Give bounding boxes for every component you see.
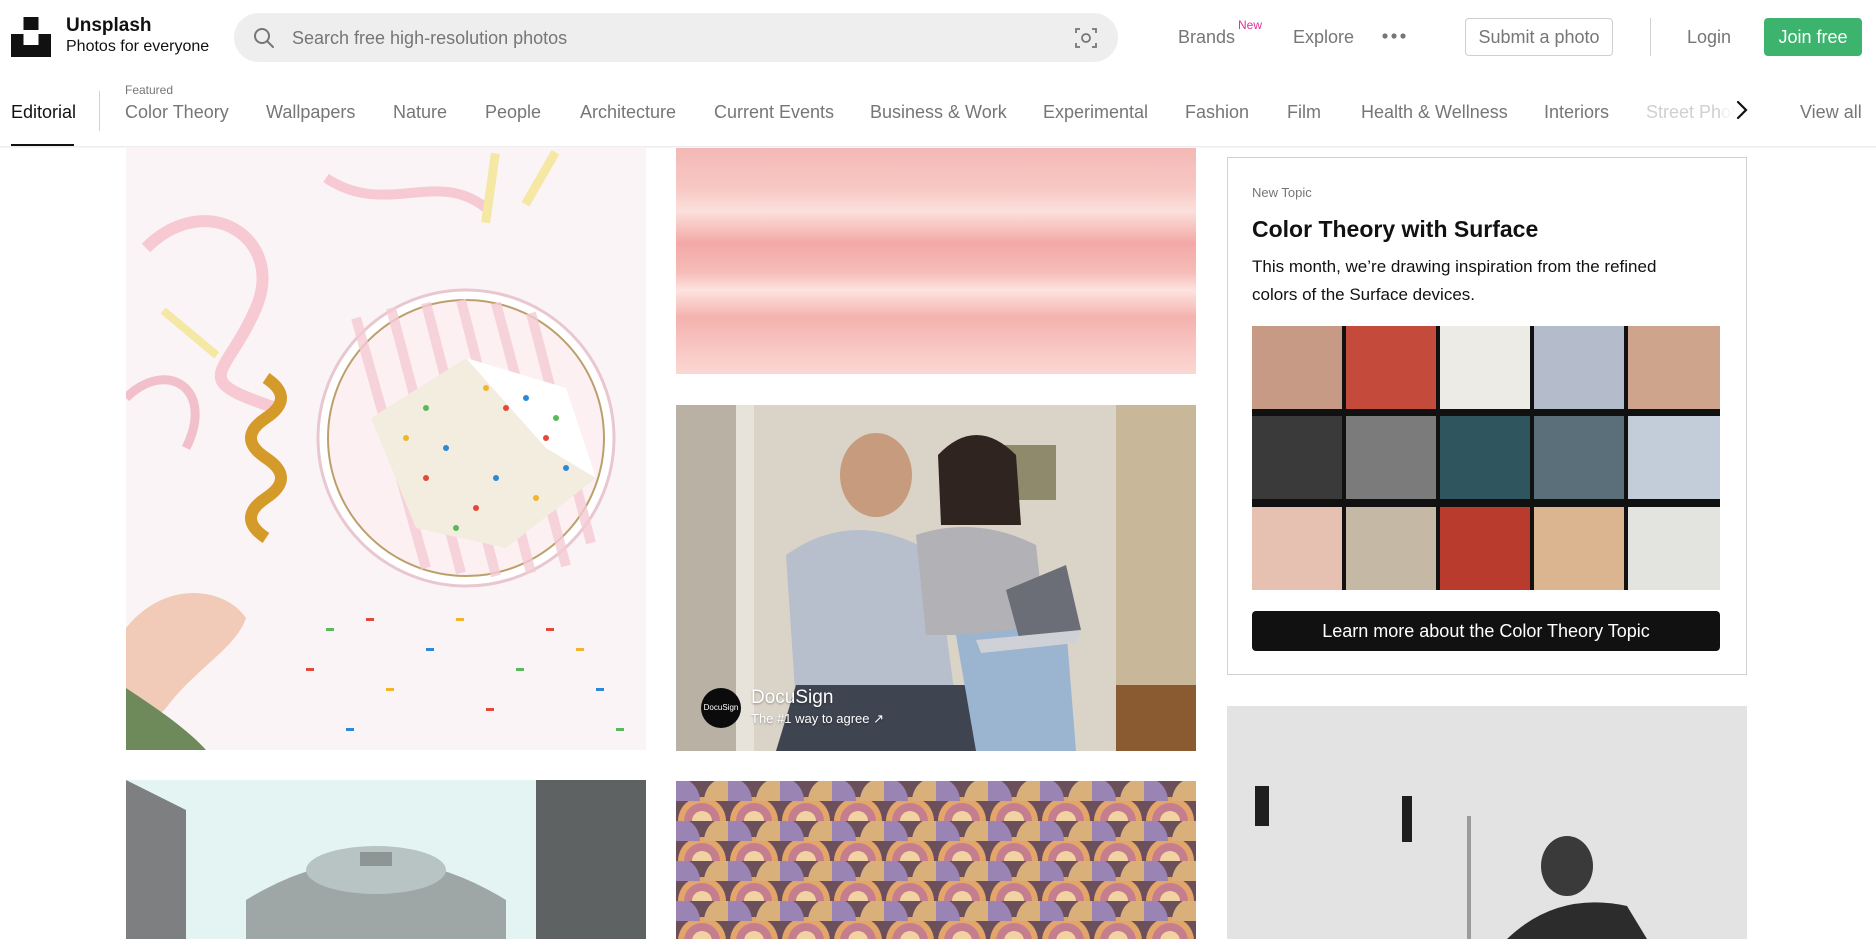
login-link[interactable]: Login	[1687, 27, 1731, 48]
featured-label: Featured	[125, 83, 174, 97]
seashells-image	[676, 781, 1196, 939]
sponsor-tagline[interactable]: The #1 way to agree ↗	[751, 711, 884, 727]
promo-photo-grid[interactable]	[1252, 326, 1720, 590]
topic-nav: Editorial Featured Color Theory Wallpape…	[0, 74, 1876, 148]
join-free-button[interactable]: Join free	[1764, 18, 1862, 56]
grid-tile	[1534, 416, 1624, 499]
grid-tile	[1534, 326, 1624, 409]
tab-people[interactable]: People	[485, 102, 541, 123]
search-input[interactable]	[290, 23, 994, 53]
brand-title[interactable]: Unsplash	[66, 15, 152, 37]
photo-domed-building[interactable]	[126, 780, 646, 939]
tab-experimental[interactable]: Experimental	[1043, 102, 1148, 123]
grid-tile	[1346, 326, 1436, 409]
photo-pink-blur[interactable]	[676, 148, 1196, 374]
birthday-cake-image	[126, 148, 646, 750]
tab-architecture[interactable]: Architecture	[580, 102, 676, 123]
topics-divider	[99, 91, 100, 131]
grid-tile	[1628, 416, 1720, 499]
tab-wallpapers[interactable]: Wallpapers	[266, 102, 355, 123]
more-options-icon[interactable]	[1380, 26, 1408, 46]
grid-tile	[1252, 326, 1342, 409]
bw-performer-image	[1227, 706, 1747, 939]
search-bar[interactable]	[234, 13, 1118, 62]
tab-film[interactable]: Film	[1287, 102, 1321, 123]
photo-seashells[interactable]	[676, 781, 1196, 939]
photo-bw-performer[interactable]	[1227, 706, 1747, 939]
new-badge: New	[1238, 18, 1263, 32]
scroll-topics-button[interactable]	[1722, 94, 1762, 126]
header-divider	[1650, 18, 1651, 56]
tab-business-work[interactable]: Business & Work	[870, 102, 1007, 123]
grid-tile	[1440, 416, 1530, 499]
promo-description: This month, we’re drawing inspiration fr…	[1252, 257, 1657, 304]
docusign-avatar[interactable]: DocuSign	[701, 688, 741, 728]
nav-explore-link[interactable]: Explore	[1293, 27, 1354, 48]
tab-editorial[interactable]: Editorial	[11, 102, 76, 123]
tab-health-wellness[interactable]: Health & Wellness	[1361, 102, 1508, 123]
tab-color-theory[interactable]: Color Theory	[125, 102, 229, 123]
submit-photo-button[interactable]: Submit a photo	[1465, 18, 1613, 56]
search-icon[interactable]	[252, 26, 276, 50]
grid-tile	[1440, 507, 1530, 590]
grid-tile	[1252, 416, 1342, 499]
grid-tile	[1534, 507, 1624, 590]
photo-sponsored-couple[interactable]: DocuSign DocuSign The #1 way to agree ↗	[676, 405, 1196, 751]
grid-tile	[1252, 507, 1342, 590]
view-all-link[interactable]: View all	[1800, 102, 1862, 123]
top-header: Unsplash Photos for everyone Brands New …	[0, 0, 1876, 74]
promo-kicker: New Topic	[1252, 185, 1312, 200]
topic-promo-card: New Topic Color Theory with Surface This…	[1227, 157, 1747, 675]
promo-title[interactable]: Color Theory with Surface	[1252, 216, 1538, 243]
tab-fashion[interactable]: Fashion	[1185, 102, 1249, 123]
grid-tile	[1628, 507, 1720, 590]
tab-current-events[interactable]: Current Events	[714, 102, 834, 123]
domed-building-image	[126, 780, 646, 939]
unsplash-logo-icon[interactable]	[11, 17, 51, 57]
tab-nature[interactable]: Nature	[393, 102, 447, 123]
visual-search-icon[interactable]	[1074, 26, 1098, 50]
grid-tile	[1628, 326, 1720, 409]
learn-more-button[interactable]: Learn more about the Color Theory Topic	[1252, 611, 1720, 651]
nav-brands-link[interactable]: Brands	[1178, 27, 1235, 48]
tab-interiors[interactable]: Interiors	[1544, 102, 1609, 123]
grid-tile	[1346, 507, 1436, 590]
brand-subtitle: Photos for everyone	[66, 38, 210, 55]
chevron-right-icon	[1736, 100, 1748, 120]
grid-tile	[1440, 326, 1530, 409]
grid-tile	[1346, 416, 1436, 499]
sponsor-name[interactable]: DocuSign	[751, 687, 833, 709]
photo-birthday-cake[interactable]	[126, 148, 646, 750]
